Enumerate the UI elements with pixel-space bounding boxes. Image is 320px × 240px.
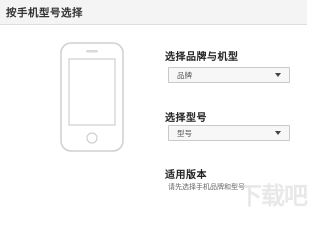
model-select-value: 型号 xyxy=(177,129,192,138)
brand-select[interactable]: 品牌 xyxy=(168,67,290,83)
brand-section-label: 选择品牌与机型 xyxy=(165,52,239,63)
page-title: 按手机型号选择 xyxy=(6,7,83,19)
model-select[interactable]: 型号 xyxy=(168,125,290,141)
version-hint-text: 请先选择手机品牌和型号 xyxy=(168,183,245,191)
watermark-text: 下载吧 xyxy=(238,182,308,210)
chevron-down-icon[interactable] xyxy=(275,131,281,135)
watermark-logo: 下载吧 xyxy=(238,176,308,210)
chevron-down-icon[interactable] xyxy=(275,73,281,77)
model-section-label: 选择型号 xyxy=(165,113,207,124)
brand-select-value: 品牌 xyxy=(177,71,192,80)
phone-illustration-icon xyxy=(60,42,124,152)
version-section-label: 适用版本 xyxy=(165,170,207,181)
title-bar: 按手机型号选择 xyxy=(0,0,307,25)
